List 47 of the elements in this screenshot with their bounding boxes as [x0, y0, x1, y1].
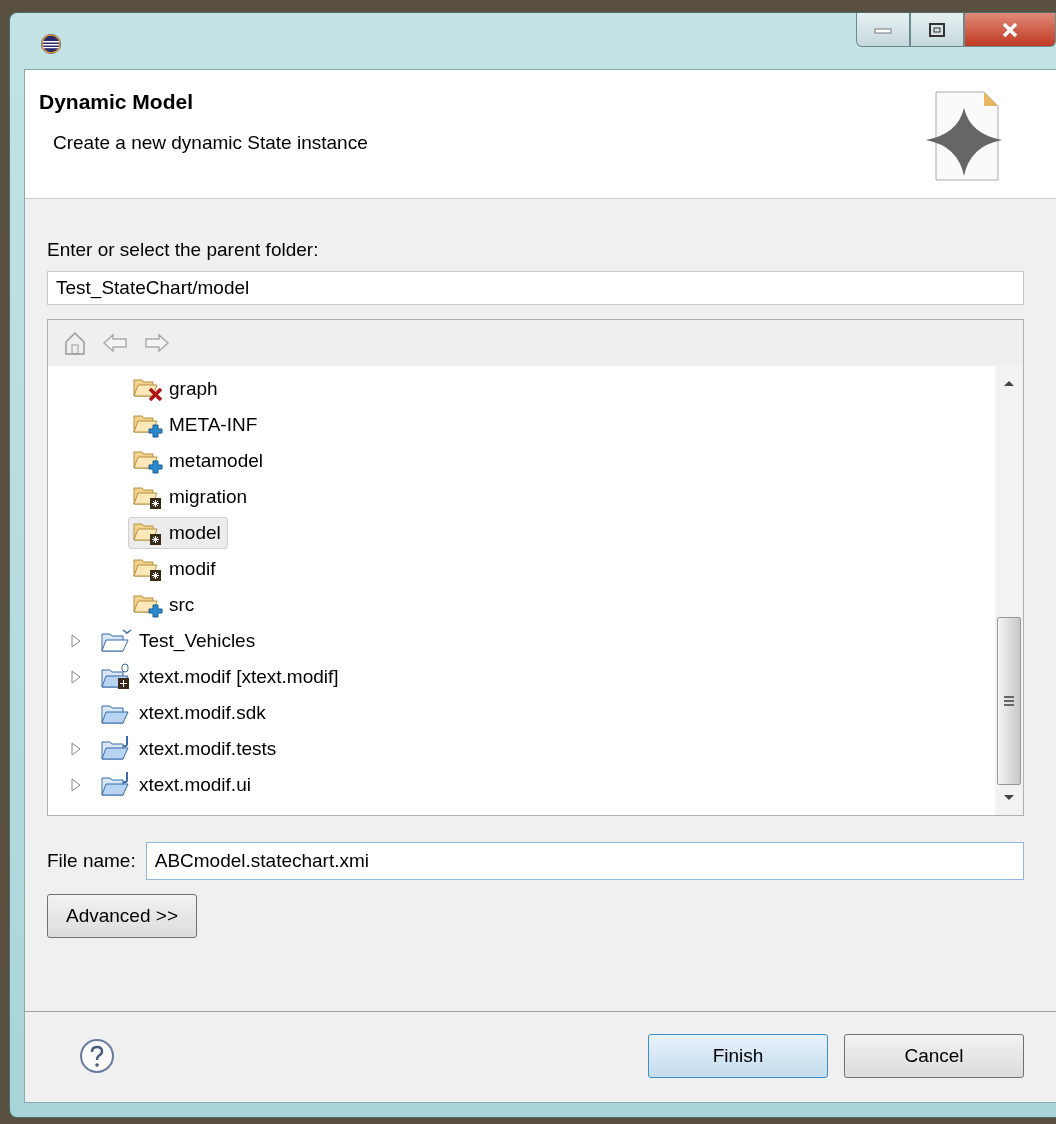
tree-item[interactable]: xtext.modif.sdk: [96, 696, 273, 730]
tree-item[interactable]: metamodel: [128, 445, 270, 477]
grip-icon: [1003, 695, 1015, 707]
back-arrow-icon[interactable]: [102, 333, 128, 353]
app-icon: [40, 33, 62, 55]
close-icon: [1001, 21, 1019, 38]
file-name-label: File name:: [47, 850, 136, 872]
folder-gear-icon: [133, 484, 163, 510]
expand-arrow-icon[interactable]: [70, 633, 82, 649]
help-icon[interactable]: [79, 1038, 115, 1074]
cancel-button[interactable]: Cancel: [844, 1034, 1024, 1078]
tree-item[interactable]: migration: [128, 481, 255, 513]
closed-project-icon: [101, 627, 133, 655]
folder-gear-icon: [133, 520, 163, 546]
folder-plus-icon: [133, 592, 163, 618]
folder-plus-icon: [133, 448, 163, 474]
folder-gear-icon: [133, 556, 163, 582]
tree-item[interactable]: xtext.modif [xtext.modif]: [96, 660, 346, 694]
maximize-icon: [928, 21, 946, 38]
tree-item[interactable]: src: [128, 589, 202, 621]
tree-item[interactable]: Test_Vehicles: [96, 624, 263, 658]
forward-arrow-icon[interactable]: [144, 333, 170, 353]
folder-field[interactable]: Test_StateChart/model: [47, 271, 1024, 305]
expand-arrow-icon[interactable]: [70, 777, 82, 793]
tree-item[interactable]: modif: [128, 553, 223, 585]
close-button[interactable]: [964, 13, 1056, 47]
tree-item[interactable]: xtext.modif.ui: [96, 768, 258, 802]
advanced-button[interactable]: Advanced >>: [47, 894, 197, 938]
selected-tree-item[interactable]: model: [128, 517, 228, 549]
expand-arrow-icon[interactable]: [70, 669, 82, 685]
maximize-button[interactable]: [910, 13, 964, 47]
scroll-up-arrow-icon[interactable]: [1002, 378, 1016, 388]
finish-button[interactable]: Finish: [648, 1034, 828, 1078]
home-icon[interactable]: [64, 330, 86, 356]
dialog-description: Create a new dynamic State instance: [53, 132, 368, 154]
tree-item[interactable]: xtext.modif.tests: [96, 732, 284, 766]
minimize-icon: [873, 25, 893, 34]
folder-label: Enter or select the parent folder:: [47, 239, 320, 261]
scroll-down-arrow-icon[interactable]: [1002, 793, 1016, 803]
expand-arrow-icon[interactable]: [70, 741, 82, 757]
folder-error-icon: [133, 376, 163, 402]
tree-item[interactable]: META-INF: [128, 409, 265, 441]
dialog-title: Dynamic Model: [39, 90, 195, 114]
folder-plus-icon: [133, 412, 163, 438]
vertical-scrollbar[interactable]: [995, 366, 1023, 815]
file-name-field[interactable]: ABCmodel.statechart.xmi: [145, 842, 1024, 880]
tree-item[interactable]: graph: [128, 373, 225, 405]
